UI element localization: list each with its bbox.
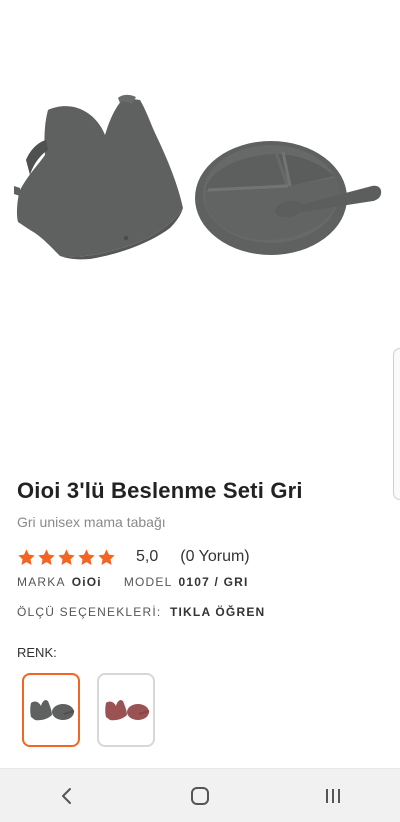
side-panel-handle[interactable] <box>393 348 400 500</box>
size-options-label: ÖLÇÜ SEÇENEKLERİ: <box>17 605 162 619</box>
recents-icon <box>326 789 341 803</box>
android-nav-bar <box>0 768 400 822</box>
plate-illustration <box>195 141 347 255</box>
rating-row[interactable]: 5,0 (0 Yorum) <box>17 546 250 568</box>
rating-stars <box>17 548 116 567</box>
star-icon <box>18 548 35 565</box>
model-label: MODEL <box>123 575 173 589</box>
star-icon <box>78 548 95 565</box>
color-swatch-gray[interactable] <box>22 673 80 747</box>
color-label: RENK: <box>17 645 57 660</box>
recents-button[interactable] <box>313 776 353 816</box>
product-meta: MARKA OiOi MODEL 0107 / GRI <box>17 575 249 589</box>
star-icon <box>38 548 55 565</box>
product-illustration <box>14 94 382 260</box>
color-swatch-red[interactable] <box>97 673 155 747</box>
star-icon <box>58 548 75 565</box>
brand-label: MARKA <box>17 575 66 589</box>
star-icon <box>98 548 115 565</box>
bib-illustration <box>14 94 183 260</box>
product-image[interactable] <box>0 0 400 460</box>
size-options-row: ÖLÇÜ SEÇENEKLERİ: TIKLA ÖĞREN <box>17 605 265 619</box>
product-subtitle: Gri unisex mama tabağı <box>17 514 166 530</box>
product-title: Oioi 3'lü Beslenme Seti Gri <box>17 478 303 503</box>
chevron-left-icon <box>61 788 71 804</box>
size-guide-link[interactable]: TIKLA ÖĞREN <box>170 605 265 619</box>
red-set-thumbnail <box>105 700 150 721</box>
review-count-link[interactable]: (0 Yorum) <box>180 548 249 566</box>
back-button[interactable] <box>47 776 87 816</box>
brand-link[interactable]: OiOi <box>72 575 102 589</box>
home-icon <box>190 787 209 805</box>
product-page: Oioi 3'lü Beslenme Seti Gri Gri unisex m… <box>0 0 400 822</box>
model-value: 0107 / GRI <box>178 575 249 589</box>
rating-value: 5,0 <box>136 548 159 565</box>
home-button[interactable] <box>180 776 220 816</box>
gray-set-thumbnail <box>30 700 75 721</box>
